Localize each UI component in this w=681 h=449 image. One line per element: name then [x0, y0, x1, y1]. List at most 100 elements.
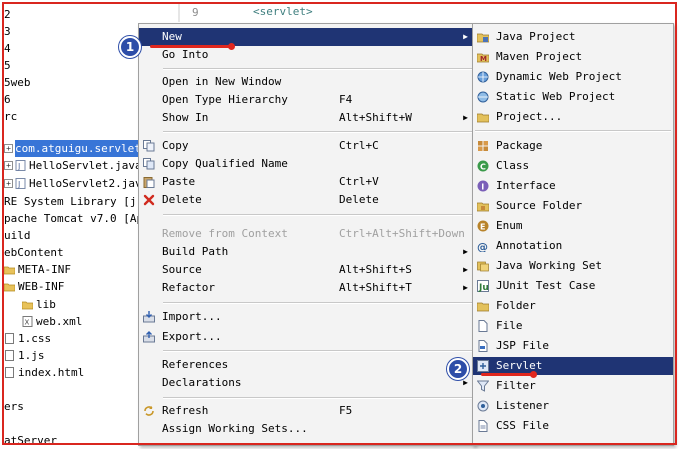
tree-item[interactable]: 2 [4, 6, 11, 23]
submenu-item-dynamic-web-project[interactable]: Dynamic Web Project [473, 68, 673, 86]
submenu-item-java-working-set[interactable]: Java Working Set [473, 257, 673, 275]
tree-item[interactable]: 5 [4, 57, 11, 74]
submenu-item-enum[interactable]: E Enum [473, 217, 673, 235]
tree-item[interactable]: pache Tomcat v7.0 [Apache [4, 210, 138, 227]
menu-item-paste[interactable]: Paste Ctrl+V [139, 173, 474, 191]
tree-item-label: lib [36, 298, 56, 311]
package-icon [478, 141, 488, 151]
menu-item-export[interactable]: Export... [139, 328, 474, 346]
expand-icon[interactable]: + [4, 179, 13, 188]
tree-item[interactable]: 6 [4, 91, 11, 108]
menu-item-label: Class [496, 159, 530, 172]
menu-separator [163, 131, 472, 133]
expand-icon[interactable]: + [4, 144, 13, 153]
menu-item-refresh[interactable]: Refresh F5 [139, 402, 474, 420]
tree-item-file[interactable]: Xweb.xml [22, 313, 82, 330]
tree-item[interactable]: rc [4, 108, 17, 125]
menu-item-label: Project... [496, 110, 563, 123]
menu-item-source[interactable]: Source Alt+Shift+S ▶ [139, 261, 474, 279]
submenu-item-interface[interactable]: I Interface [473, 177, 673, 195]
tree-item-folder[interactable]: lib [22, 296, 56, 313]
submenu-item-file[interactable]: File [473, 317, 673, 335]
menu-item-new[interactable]: New ▶ [139, 28, 474, 46]
submenu-item-java-project[interactable]: Java Project [473, 28, 673, 46]
tree-item[interactable]: ebContent [4, 244, 64, 261]
expand-icon[interactable]: + [4, 161, 13, 170]
menu-item-build-path[interactable]: Build Path ▶ [139, 243, 474, 261]
code-line[interactable]: <servlet> [253, 5, 313, 18]
static-web-project-icon [477, 91, 489, 103]
submenu-item-annotation[interactable]: @ Annotation [473, 237, 673, 255]
tree-item-folder[interactable]: META-INF [4, 261, 71, 278]
menu-item-delete[interactable]: Delete Delete [139, 191, 474, 209]
submenu-item-static-web-project[interactable]: Static Web Project [473, 88, 673, 106]
menu-item-label: Show In [162, 111, 209, 124]
svg-text:C: C [480, 163, 486, 172]
menu-item-go-into[interactable]: Go Into [139, 46, 474, 64]
tree-item-file[interactable]: index.html [4, 364, 84, 381]
menu-item-label: Open Type Hierarchy [162, 93, 288, 106]
menu-item-import[interactable]: Import... [139, 308, 474, 326]
tree-item[interactable]: 5web [4, 74, 31, 91]
menu-item-open-in-new-window[interactable]: Open in New Window [139, 73, 474, 91]
copy-qualified-icon [143, 158, 155, 170]
tree-item[interactable]: RE System Library [jre] [4, 193, 138, 210]
tree-item-java-file[interactable]: + J HelloServlet2.java [4, 175, 138, 192]
submenu-item-jsp-file[interactable]: JSP File [473, 337, 673, 355]
tree-item-file[interactable]: 1.css [4, 330, 51, 347]
submenu-item-maven-project[interactable]: M Maven Project [473, 48, 673, 66]
submenu-item-listener[interactable]: Listener [473, 397, 673, 415]
tree-item-folder[interactable]: WEB-INF [4, 278, 64, 295]
servlet-icon [477, 360, 489, 372]
svg-text:E: E [480, 223, 485, 232]
submenu-item-junit-test-case[interactable]: Ju JUnit Test Case [473, 277, 673, 295]
submenu-item-package[interactable]: Package [473, 137, 673, 155]
menu-item-declarations[interactable]: Declarations ▶ [139, 374, 474, 392]
menu-item-label: Copy Qualified Name [162, 157, 288, 170]
tree-item-label: HelloServlet2.java [29, 177, 138, 190]
submenu-item-folder[interactable]: Folder [473, 297, 673, 315]
submenu-item-filter[interactable]: Filter [473, 377, 673, 395]
submenu-item-project[interactable]: Project... [473, 108, 673, 126]
step-1-badge: 1 [119, 36, 141, 58]
menu-item-label: Paste [162, 175, 196, 188]
tree-item-label: com.atguigu.servlet [15, 140, 138, 157]
tree-item[interactable]: uild [4, 227, 31, 244]
tree-item-label: RE System Library [jre] [4, 195, 138, 208]
file-icon [478, 320, 488, 332]
tree-item-file[interactable]: 1.js [4, 347, 45, 364]
menu-item-label: Open in New Window [162, 75, 282, 88]
menu-item-label: Maven Project [496, 50, 583, 63]
folder-icon [4, 266, 15, 275]
menu-item-label: Refactor [162, 281, 215, 294]
tree-item[interactable]: 4 [4, 40, 11, 57]
svg-text:Ju: Ju [478, 283, 489, 292]
menu-item-open-type-hierarchy[interactable]: Open Type Hierarchy F4 [139, 91, 474, 109]
tree-item[interactable]: ers [4, 398, 24, 415]
annotation-underline [150, 45, 232, 48]
step-2-badge: 2 [447, 358, 469, 380]
menu-item-refactor[interactable]: Refactor Alt+Shift+T ▶ [139, 279, 474, 297]
menu-item-shortcut: F4 [339, 93, 353, 106]
submenu-item-class[interactable]: C Class [473, 157, 673, 175]
menu-item-label: Declarations [162, 376, 242, 389]
submenu-item-source-folder[interactable]: Source Folder [473, 197, 673, 215]
menu-item-assign-working-sets[interactable]: Assign Working Sets... [139, 420, 474, 438]
project-icon [477, 113, 489, 123]
tree-item-java-file[interactable]: + J HelloServlet.java [4, 157, 138, 174]
tree-item[interactable]: 3 [4, 23, 11, 40]
menu-item-copy-qualified-name[interactable]: Copy Qualified Name [139, 155, 474, 173]
class-icon: C [477, 160, 489, 172]
tree-item-label: 1.js [18, 349, 45, 362]
menu-item-shortcut: F5 [339, 404, 353, 417]
tree-item-label: 1.css [18, 332, 52, 345]
menu-item-references[interactable]: References ▶ [139, 356, 474, 374]
menu-item-label: JSP File [496, 339, 549, 352]
java-project-icon [477, 33, 489, 43]
tree-item-label: HelloServlet.java [29, 159, 138, 172]
submenu-item-css-file[interactable]: CSS File [473, 417, 673, 435]
tree-item-package[interactable]: + com.atguigu.servlet [4, 140, 138, 157]
menu-item-copy[interactable]: Copy Ctrl+C [139, 137, 474, 155]
menu-item-show-in[interactable]: Show In Alt+Shift+W ▶ [139, 109, 474, 127]
tree-item[interactable]: atServer [4, 432, 57, 445]
